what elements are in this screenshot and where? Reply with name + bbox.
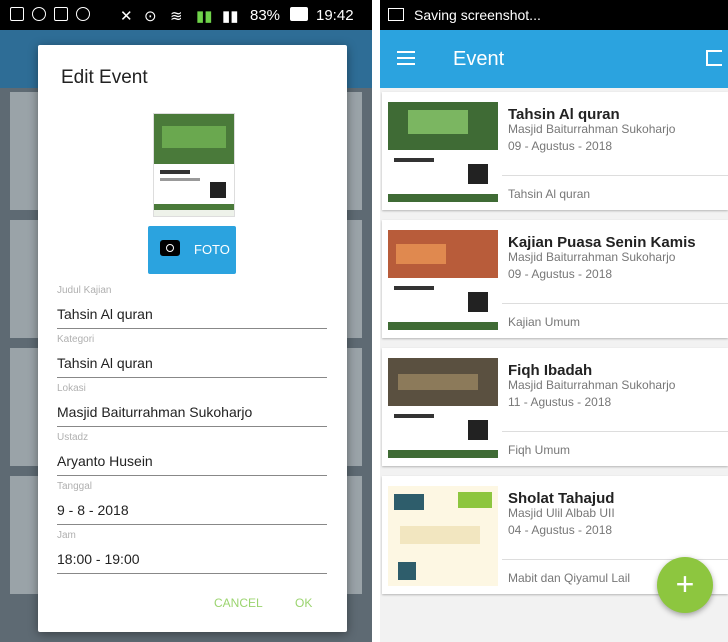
- jam-field[interactable]: Jam 18:00 - 19:00: [57, 530, 327, 574]
- edit-event-dialog: Edit Event FOTO Judul Kajian Tahsin Al q…: [38, 45, 347, 632]
- field-label: Judul Kajian: [57, 285, 112, 296]
- field-value[interactable]: Tahsin Al quran: [57, 348, 327, 378]
- app-bar: Event: [380, 30, 728, 88]
- divider: [502, 303, 728, 304]
- wifi-icon: ≋: [170, 8, 183, 25]
- tanggal-field[interactable]: Tanggal 9 - 8 - 2018: [57, 481, 327, 525]
- event-date: 11 - Agustus - 2018: [508, 395, 612, 409]
- mail-icon: [54, 7, 68, 21]
- page-title: Event: [453, 48, 505, 70]
- field-value[interactable]: Tahsin Al quran: [57, 299, 327, 329]
- event-card[interactable]: Tahsin Al quran Masjid Baiturrahman Suko…: [382, 92, 728, 210]
- camera-icon: [160, 240, 180, 256]
- event-poster-image: [388, 230, 498, 330]
- status-bar: ✕ ⊙ ≋ ▮▮ ▮▮ 83% 19:42: [0, 0, 372, 30]
- right-screen: Saving screenshot... Event Tahsin Al qur…: [380, 0, 728, 642]
- field-label: Lokasi: [57, 383, 86, 394]
- event-category: Fiqh Umum: [508, 443, 571, 457]
- event-poster-image: [153, 113, 235, 217]
- add-event-button[interactable]: +: [657, 557, 713, 613]
- event-poster-image: [388, 358, 498, 458]
- battery-percent: 83%: [250, 7, 281, 24]
- signal-icon-2: ▮▮: [222, 8, 239, 25]
- divider: [502, 431, 728, 432]
- event-title: Tahsin Al quran: [508, 106, 620, 123]
- clock: 19:42: [316, 7, 354, 24]
- whatsapp-icon: [76, 7, 90, 21]
- screenshot-icon: [388, 8, 404, 21]
- event-title: Fiqh Ibadah: [508, 362, 593, 379]
- battery-icon: [290, 7, 308, 21]
- kategori-field[interactable]: Kategori Tahsin Al quran: [57, 334, 327, 378]
- left-screen: ✕ ⊙ ≋ ▮▮ ▮▮ 83% 19:42 Edit Event FOTO Ju…: [0, 0, 372, 642]
- field-value[interactable]: 18:00 - 19:00: [57, 544, 327, 574]
- event-date: 09 - Agustus - 2018: [508, 267, 613, 281]
- event-title: Kajian Puasa Senin Kamis: [508, 234, 696, 251]
- logout-icon[interactable]: [706, 50, 722, 66]
- event-card[interactable]: Fiqh Ibadah Masjid Baiturrahman Sukoharj…: [382, 348, 728, 466]
- event-category: Mabit dan Qiyamul Lail: [508, 571, 631, 585]
- event-poster-image: [388, 486, 498, 586]
- event-date: 04 - Agustus - 2018: [508, 523, 613, 537]
- notification-icon: [10, 7, 24, 21]
- dialog-title: Edit Event: [61, 67, 148, 88]
- menu-icon[interactable]: [397, 51, 415, 65]
- chat-icon: [32, 7, 46, 21]
- lokasi-field[interactable]: Lokasi Masjid Baiturrahman Sukoharjo: [57, 383, 327, 427]
- event-date: 09 - Agustus - 2018: [508, 139, 613, 153]
- alarm-icon: ⊙: [144, 8, 157, 25]
- judul-kajian-field[interactable]: Judul Kajian Tahsin Al quran: [57, 285, 327, 329]
- ok-button[interactable]: OK: [295, 596, 312, 610]
- status-bar: Saving screenshot...: [380, 0, 728, 30]
- field-label: Ustadz: [57, 432, 89, 443]
- event-place: Masjid Baiturrahman Sukoharjo: [508, 250, 676, 264]
- field-value[interactable]: Aryanto Husein: [57, 446, 327, 476]
- event-place: Masjid Baiturrahman Sukoharjo: [508, 378, 676, 392]
- signal-icon: ▮▮: [196, 8, 213, 25]
- divider: [502, 175, 728, 176]
- mute-icon: ✕: [120, 8, 133, 25]
- field-value[interactable]: Masjid Baiturrahman Sukoharjo: [57, 397, 327, 427]
- field-label: Kategori: [57, 334, 95, 345]
- field-value[interactable]: 9 - 8 - 2018: [57, 495, 327, 525]
- event-category: Tahsin Al quran: [508, 187, 591, 201]
- event-card[interactable]: Kajian Puasa Senin Kamis Masjid Baiturra…: [382, 220, 728, 338]
- event-category: Kajian Umum: [508, 315, 581, 329]
- foto-button[interactable]: FOTO: [148, 226, 236, 274]
- foto-button-label: FOTO: [194, 242, 230, 257]
- event-place: Masjid Baiturrahman Sukoharjo: [508, 122, 676, 136]
- cancel-button[interactable]: CANCEL: [214, 596, 263, 610]
- event-place: Masjid Ulil Albab UII: [508, 506, 615, 520]
- event-title: Sholat Tahajud: [508, 490, 615, 507]
- ustadz-field[interactable]: Ustadz Aryanto Husein: [57, 432, 327, 476]
- field-label: Tanggal: [57, 481, 93, 492]
- event-poster-image: [388, 102, 498, 202]
- field-label: Jam: [57, 530, 76, 541]
- status-text: Saving screenshot...: [414, 7, 541, 23]
